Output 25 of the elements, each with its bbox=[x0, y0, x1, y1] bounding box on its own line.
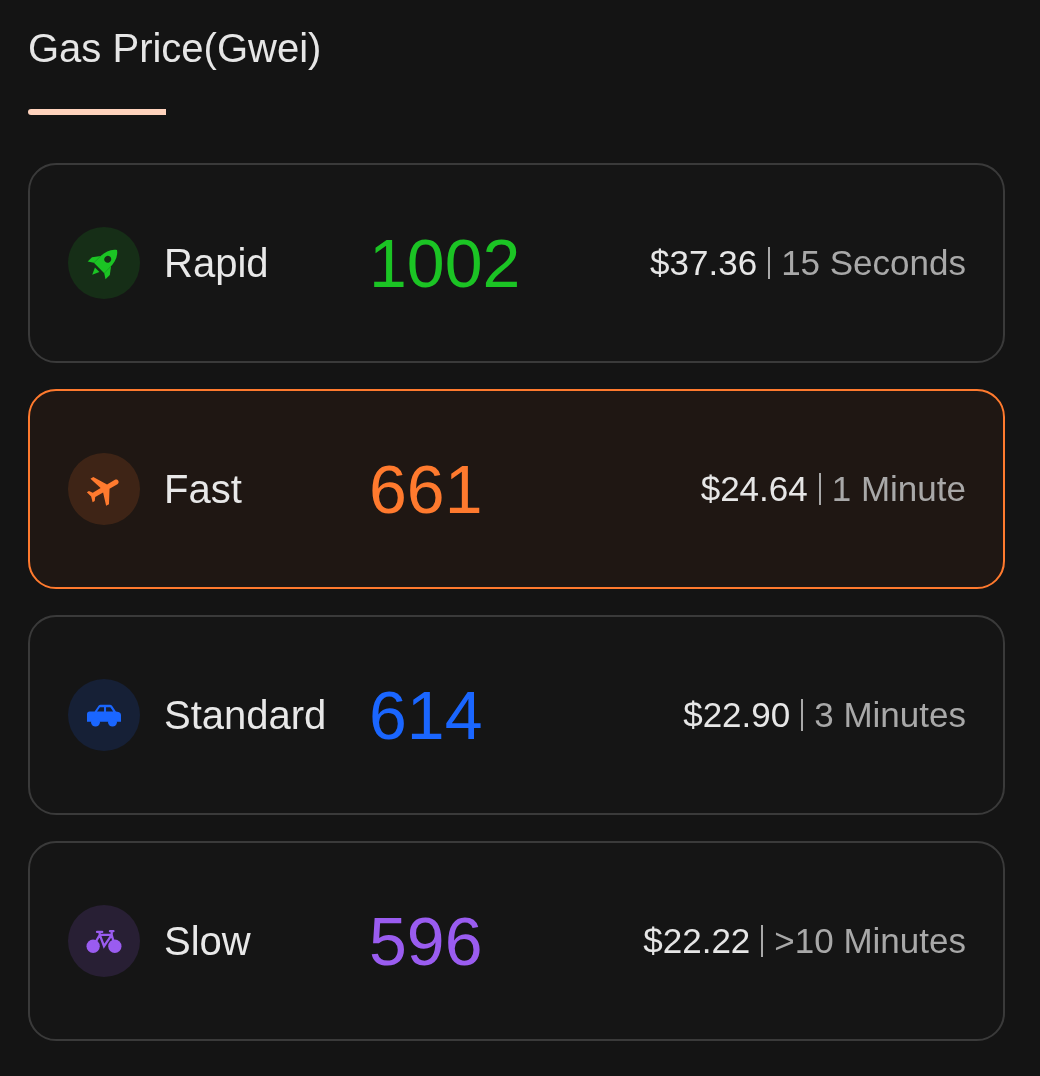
confirmation-time: 1 Minute bbox=[831, 468, 966, 510]
gas-price-value: 661 bbox=[369, 450, 483, 529]
bicycle-icon bbox=[68, 905, 140, 977]
gas-option-card[interactable]: Rapid 1002 $37.36 15 Seconds bbox=[28, 163, 1005, 363]
section-title: Gas Price(Gwei) bbox=[28, 25, 322, 72]
fee-amount: $22.22 bbox=[643, 920, 751, 962]
airplane-icon bbox=[68, 453, 140, 525]
gas-option-card[interactable]: Standard 614 $22.90 3 Minutes bbox=[28, 615, 1005, 815]
car-icon bbox=[68, 679, 140, 751]
rocket-icon bbox=[68, 227, 140, 299]
confirmation-time: 15 Seconds bbox=[781, 242, 966, 284]
speed-label: Rapid bbox=[164, 240, 270, 287]
speed-label: Standard bbox=[164, 692, 328, 739]
confirmation-time: >10 Minutes bbox=[774, 920, 966, 962]
speed-label: Slow bbox=[164, 918, 252, 965]
gas-option-card[interactable]: Slow 596 $22.22 >10 Minutes bbox=[28, 841, 1005, 1041]
gas-price-value: 614 bbox=[369, 676, 483, 755]
fee-amount: $24.64 bbox=[700, 468, 808, 510]
gas-option-card[interactable]: Fast 661 $24.64 1 Minute bbox=[28, 389, 1005, 589]
fee-amount: $37.36 bbox=[650, 242, 758, 284]
confirmation-time: 3 Minutes bbox=[814, 694, 966, 736]
fee-amount: $22.90 bbox=[683, 694, 791, 736]
gas-price-value: 596 bbox=[369, 902, 483, 981]
gas-price-value: 1002 bbox=[369, 224, 521, 303]
speed-label: Fast bbox=[164, 466, 243, 513]
